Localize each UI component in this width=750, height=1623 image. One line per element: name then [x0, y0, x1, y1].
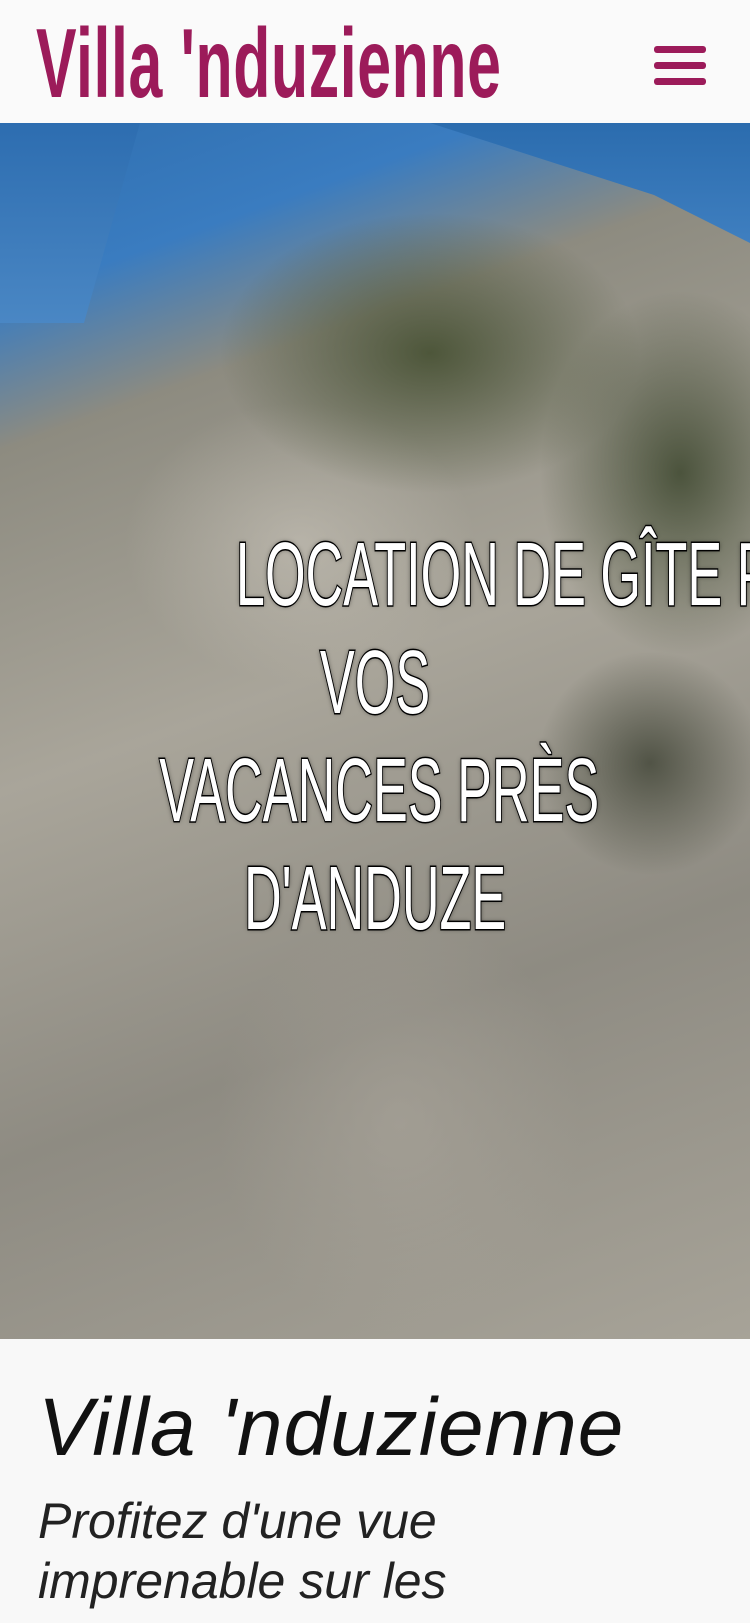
hero-heading-text: VACANCES PRÈS [158, 740, 600, 843]
hamburger-menu-icon [654, 78, 706, 85]
intro-section: Villa 'nduzienne Profitez d'une vue impr… [0, 1339, 750, 1623]
hamburger-menu-icon [654, 62, 706, 69]
section-title: Villa 'nduzienne [38, 1382, 625, 1473]
hero-heading-text: D'ANDUZE [243, 848, 507, 951]
hero-background-image [430, 123, 750, 243]
hero-banner: LOCATION DE GÎTE POUR VOS VACANCES PRÈS … [0, 123, 750, 1339]
section-subtitle: Profitez d'une vue imprenable sur les [38, 1493, 447, 1609]
hero-background-image [0, 123, 140, 323]
hamburger-menu-button[interactable] [654, 46, 706, 86]
hero-heading-line: LOCATION DE GÎTE POUR [0, 521, 750, 629]
site-logo-title[interactable]: Villa 'nduzienne [36, 8, 502, 118]
hero-heading-text: VOS [319, 632, 431, 735]
hero-heading-line: D'ANDUZE [0, 845, 750, 953]
hero-heading-line: VOS [0, 629, 750, 737]
hero-heading-line: VACANCES PRÈS [0, 737, 750, 845]
site-header: Villa 'nduzienne [0, 0, 750, 123]
hero-heading: LOCATION DE GÎTE POUR VOS VACANCES PRÈS … [0, 521, 750, 953]
hamburger-menu-icon [654, 46, 706, 53]
hero-heading-text: LOCATION DE GÎTE POUR [235, 524, 750, 627]
